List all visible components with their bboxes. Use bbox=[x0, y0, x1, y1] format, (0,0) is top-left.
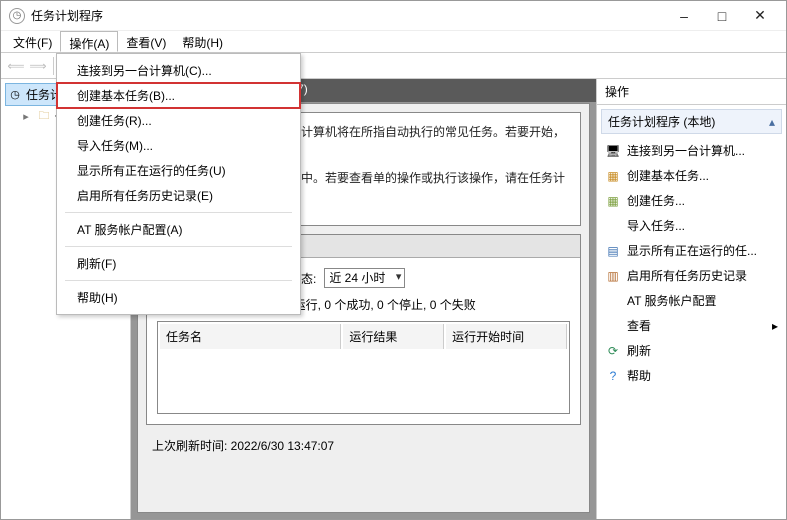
action-create-basic-task[interactable]: ▦ 创建基本任务... bbox=[601, 163, 782, 188]
menu-view[interactable]: 查看(V) bbox=[118, 31, 174, 52]
maximize-button[interactable]: □ bbox=[704, 4, 740, 28]
action-label: 刷新 bbox=[627, 342, 651, 359]
computer-icon: 🖥 bbox=[605, 143, 621, 159]
status-period-select[interactable]: 近 24 小时 bbox=[324, 268, 405, 288]
action-dropdown: 连接到另一台计算机(C)... 创建基本任务(B)... 创建任务(R)... … bbox=[56, 53, 301, 315]
action-label: 连接到另一台计算机... bbox=[627, 142, 745, 159]
action-label: 创建基本任务... bbox=[627, 167, 709, 184]
import-icon bbox=[605, 218, 621, 234]
history-icon: ▥ bbox=[605, 268, 621, 284]
action-show-running[interactable]: ▤ 显示所有正在运行的任... bbox=[601, 238, 782, 263]
back-button[interactable]: ⟸ bbox=[5, 55, 27, 77]
action-label: 显示所有正在运行的任... bbox=[627, 242, 757, 259]
action-label: AT 服务帐户配置 bbox=[627, 292, 717, 309]
divider bbox=[53, 57, 54, 75]
action-label: 帮助 bbox=[627, 367, 651, 384]
clock-icon: ◷ bbox=[8, 88, 22, 102]
menu-import-task[interactable]: 导入任务(M)... bbox=[57, 133, 300, 158]
task-status-table: 任务名 运行结果 运行开始时间 bbox=[157, 321, 570, 414]
chevron-right-icon: ▸ bbox=[772, 319, 778, 333]
action-create-task[interactable]: ▦ 创建任务... bbox=[601, 188, 782, 213]
blank-icon bbox=[605, 293, 621, 309]
task-icon: ▦ bbox=[605, 168, 621, 184]
window-title: 任务计划程序 bbox=[31, 7, 666, 24]
action-import-task[interactable]: 导入任务... bbox=[601, 213, 782, 238]
col-start-time[interactable]: 运行开始时间 bbox=[446, 324, 567, 349]
menubar: 文件(F) 操作(A) 查看(V) 帮助(H) bbox=[1, 31, 786, 53]
task-icon: ▦ bbox=[605, 193, 621, 209]
actions-title: 操作 bbox=[597, 79, 786, 105]
action-label: 创建任务... bbox=[627, 192, 685, 209]
chevron-right-icon: ▸ bbox=[19, 110, 33, 124]
menu-connect-computer[interactable]: 连接到另一台计算机(C)... bbox=[57, 58, 300, 83]
last-refresh-footer: 上次刷新时间: 2022/6/30 13:47:07 bbox=[146, 433, 581, 458]
col-task-name[interactable]: 任务名 bbox=[160, 324, 341, 349]
folder-icon: 🗀 bbox=[37, 110, 51, 124]
actions-group-label: 任务计划程序 (本地) bbox=[608, 113, 715, 130]
menu-help[interactable]: 帮助(H) bbox=[57, 285, 300, 310]
menu-file[interactable]: 文件(F) bbox=[5, 31, 60, 52]
action-label: 导入任务... bbox=[627, 217, 685, 234]
action-view[interactable]: 查看 ▸ bbox=[601, 313, 782, 338]
menu-refresh[interactable]: 刷新(F) bbox=[57, 251, 300, 276]
close-button[interactable]: ✕ bbox=[742, 4, 778, 28]
app-icon: ◷ bbox=[9, 8, 25, 24]
action-at-account[interactable]: AT 服务帐户配置 bbox=[601, 288, 782, 313]
action-label: 启用所有任务历史记录 bbox=[627, 267, 747, 284]
menu-create-basic-task[interactable]: 创建基本任务(B)... bbox=[57, 83, 300, 108]
action-enable-history[interactable]: ▥ 启用所有任务历史记录 bbox=[601, 263, 782, 288]
menu-help[interactable]: 帮助(H) bbox=[174, 31, 231, 52]
menu-create-task[interactable]: 创建任务(R)... bbox=[57, 108, 300, 133]
action-refresh[interactable]: ⟳ 刷新 bbox=[601, 338, 782, 363]
blank-icon bbox=[605, 318, 621, 334]
menu-enable-history[interactable]: 启用所有任务历史记录(E) bbox=[57, 183, 300, 208]
minimize-button[interactable]: – bbox=[666, 4, 702, 28]
menu-separator bbox=[65, 212, 292, 213]
actions-pane: 操作 任务计划程序 (本地) ▴ 🖥 连接到另一台计算机... ▦ 创建基本任务… bbox=[596, 79, 786, 519]
refresh-icon: ⟳ bbox=[605, 343, 621, 359]
collapse-icon: ▴ bbox=[769, 115, 775, 129]
action-help[interactable]: ? 帮助 bbox=[601, 363, 782, 388]
help-icon: ? bbox=[605, 368, 621, 384]
forward-button[interactable]: ⟹ bbox=[27, 55, 49, 77]
action-connect-computer[interactable]: 🖥 连接到另一台计算机... bbox=[601, 138, 782, 163]
table-row bbox=[160, 351, 567, 411]
menu-separator bbox=[65, 246, 292, 247]
col-run-result[interactable]: 运行结果 bbox=[343, 324, 444, 349]
list-icon: ▤ bbox=[605, 243, 621, 259]
menu-separator bbox=[65, 280, 292, 281]
menu-show-running[interactable]: 显示所有正在运行的任务(U) bbox=[57, 158, 300, 183]
actions-group-head[interactable]: 任务计划程序 (本地) ▴ bbox=[601, 109, 782, 134]
menu-action[interactable]: 操作(A) bbox=[60, 31, 118, 52]
titlebar: ◷ 任务计划程序 – □ ✕ bbox=[1, 1, 786, 31]
menu-at-account[interactable]: AT 服务帐户配置(A) bbox=[57, 217, 300, 242]
action-label: 查看 bbox=[627, 317, 651, 334]
